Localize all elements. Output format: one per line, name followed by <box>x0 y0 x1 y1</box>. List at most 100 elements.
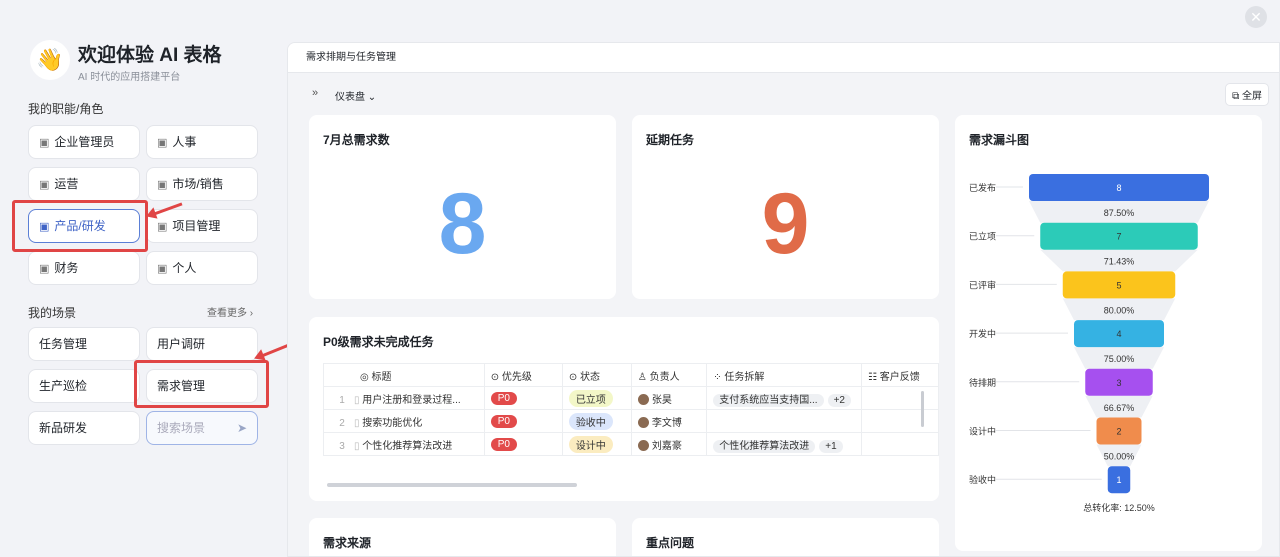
app-subtitle: AI 时代的应用搭建平台 <box>78 72 181 83</box>
waving-hand-icon: 👋 <box>30 40 70 80</box>
priority-tag: P0 <box>490 414 517 428</box>
card-title: 重点问题 <box>646 536 695 550</box>
status-tag: 已立项 <box>568 389 613 407</box>
delayed-value: 9 <box>761 176 810 272</box>
fullscreen-button[interactable]: ⧉ 全屏 <box>1225 83 1269 106</box>
send-icon[interactable]: ➤ <box>237 412 247 444</box>
header-label: 任务拆解 <box>724 371 765 383</box>
stage-label: 已立项 <box>969 231 996 242</box>
table-row[interactable]: 1 ▯ 用户注册和登录过程... P0 已立项 张昊 支付系统应当支持国... +2 <box>323 386 939 410</box>
role-6[interactable]: ▣ 财务 <box>28 251 140 285</box>
conversion-label: 80.00% <box>1104 305 1135 315</box>
card-title: 7月总需求数 <box>323 133 390 147</box>
p0-table: ◎ 标题 ⊙ 优先级 ⊙ 状态 ♙ 负责人 ⁘ 任务拆解 ☷ 客户反馈 1 ▯ 用… <box>323 363 939 456</box>
row-title[interactable]: 搜索功能优化 <box>362 418 422 429</box>
horizontal-scrollbar[interactable] <box>327 483 577 487</box>
vertical-scrollbar[interactable] <box>921 391 924 427</box>
bar-value: 5 <box>1116 280 1121 290</box>
row-number: 3 <box>339 440 345 452</box>
trophy-icon: ▣ <box>39 179 50 191</box>
bar-value: 7 <box>1116 232 1121 242</box>
col-owner[interactable]: ♙ 负责人 <box>630 363 708 387</box>
col-feedback[interactable]: ☷ 客户反馈 <box>861 363 939 387</box>
row-number: 1 <box>339 394 345 406</box>
col-status[interactable]: ⊙ 状态 <box>561 363 632 387</box>
fullscreen-label: 全屏 <box>1242 91 1262 102</box>
status-tag: 设计中 <box>568 435 613 453</box>
conversion-label: 75.00% <box>1104 354 1135 364</box>
card-title: P0级需求未完成任务 <box>323 335 434 349</box>
row-number: 2 <box>339 417 345 429</box>
header-label: 优先级 <box>501 371 532 383</box>
p0-tasks-card: P0级需求未完成任务 ◎ 标题 ⊙ 优先级 ⊙ 状态 ♙ 负责人 ⁘ 任务拆解 … <box>309 317 939 501</box>
issues-card: 重点问题 <box>632 518 939 556</box>
funnel-card: 需求漏斗图 87.50% 8 已发布 71.43% 7 已立项 80.00% 5 已评审 75.0… <box>955 115 1262 551</box>
role-label: 个人 <box>172 261 197 275</box>
role-1[interactable]: ▣ 人事 <box>146 125 258 159</box>
owner-name: 刘嘉豪 <box>651 440 682 452</box>
document-icon: ▯ <box>354 440 360 452</box>
more-chip[interactable]: +2 <box>827 393 851 407</box>
col-priority[interactable]: ⊙ 优先级 <box>483 363 563 387</box>
app-title: 欢迎体验 AI 表格 <box>78 45 222 66</box>
scene-item[interactable]: 新品研发 <box>28 411 140 445</box>
row-title[interactable]: 用户注册和登录过程... <box>362 395 460 406</box>
building-icon: ▣ <box>39 137 50 149</box>
stage-label: 已发布 <box>969 182 996 193</box>
page-header: 需求排期与任务管理 <box>288 43 1279 73</box>
highlight-box <box>134 360 269 408</box>
folder-icon: ▣ <box>157 221 168 233</box>
scene-item[interactable]: 生产巡检 <box>28 369 140 403</box>
roles-heading: 我的职能/角色 <box>28 102 104 116</box>
expand-icon[interactable]: » <box>312 87 318 99</box>
scene-item[interactable]: 任务管理 <box>28 327 140 361</box>
role-0[interactable]: ▣ 企业管理员 <box>28 125 140 159</box>
table-row[interactable]: 2 ▯ 搜索功能优化 P0 验收中 李文博 <box>323 409 939 433</box>
role-3[interactable]: ▣ 市场/销售 <box>146 167 258 201</box>
task-chip[interactable]: 个性化推荐算法改进 <box>713 439 816 453</box>
header-label: 负责人 <box>649 371 680 383</box>
priority-tag: P0 <box>490 437 517 451</box>
role-label: 市场/销售 <box>172 177 224 191</box>
role-label: 人事 <box>172 135 197 149</box>
role-label: 运营 <box>54 177 79 191</box>
stage-label: 开发中 <box>969 328 996 339</box>
row-title[interactable]: 个性化推荐算法改进 <box>362 441 452 452</box>
avatar <box>637 417 649 429</box>
stage-label: 验收中 <box>969 474 996 485</box>
source-card: 需求来源 <box>309 518 616 556</box>
col-tasks[interactable]: ⁘ 任务拆解 <box>706 363 862 387</box>
avatar <box>637 440 649 452</box>
col-title[interactable]: ◎ 标题 <box>323 363 485 387</box>
more-chip[interactable]: +1 <box>819 439 843 453</box>
bar-value: 4 <box>1116 329 1121 339</box>
scene-item[interactable]: 用户调研 <box>146 327 258 361</box>
role-label: 企业管理员 <box>54 135 115 149</box>
stage-label: 已评审 <box>969 279 996 290</box>
delayed-tasks-card: 延期任务 9 <box>632 115 939 299</box>
scene-search-input[interactable]: 搜索场景 ➤ <box>146 411 258 445</box>
close-button[interactable]: ✕ <box>1245 6 1267 28</box>
stage-label: 设计中 <box>969 426 996 437</box>
header-label: 客户反馈 <box>879 371 920 383</box>
task-chip[interactable]: 支付系统应当支持国... <box>713 393 824 407</box>
total-value: 8 <box>438 176 487 272</box>
document-icon: ▯ <box>354 417 360 429</box>
card-title: 延期任务 <box>646 133 695 147</box>
table-row[interactable]: 3 ▯ 个性化推荐算法改进 P0 设计中 刘嘉豪 个性化推荐算法改进 +1 <box>323 432 939 456</box>
header-label: 标题 <box>371 371 392 383</box>
role-5[interactable]: ▣ 项目管理 <box>146 209 258 243</box>
view-selector[interactable]: 仪表盘 ⌄ <box>335 88 376 103</box>
user-icon: ▣ <box>157 263 168 275</box>
role-label: 财务 <box>54 261 79 275</box>
bar-value: 2 <box>1116 427 1121 437</box>
stage-label: 待排期 <box>969 377 996 388</box>
see-more-link[interactable]: 查看更多 › <box>207 304 253 319</box>
role-2[interactable]: ▣ 运营 <box>28 167 140 201</box>
role-7[interactable]: ▣ 个人 <box>146 251 258 285</box>
status-tag: 验收中 <box>568 412 613 430</box>
main-panel: 需求排期与任务管理 » 仪表盘 ⌄ ⧉ 全屏 7月总需求数 8 延期任务 9 需… <box>287 42 1280 557</box>
conversion-label: 87.50% <box>1104 208 1135 218</box>
total-requirements-card: 7月总需求数 8 <box>309 115 616 299</box>
bar-value: 3 <box>1116 378 1121 388</box>
